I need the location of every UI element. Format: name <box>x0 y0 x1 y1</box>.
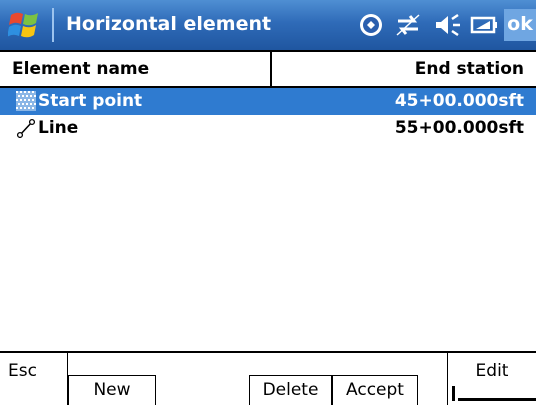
line-icon <box>16 118 36 138</box>
element-name: Start point <box>38 91 143 111</box>
esc-button[interactable]: Esc <box>0 353 68 405</box>
edit-softkey-marker <box>452 386 455 401</box>
edit-softkey-underline <box>458 398 536 401</box>
element-name: Line <box>38 118 79 138</box>
sync-icon[interactable] <box>358 11 384 39</box>
new-button[interactable]: New <box>68 375 156 405</box>
column-header-end-station[interactable]: End station <box>274 52 536 86</box>
list-item-start-point[interactable]: Start point 45+00.000sft <box>0 88 536 115</box>
window-title: Horizontal element <box>66 13 272 35</box>
bottom-toolbar: Esc New Delete Accept Edit <box>0 351 536 405</box>
ok-button[interactable]: ok <box>504 9 536 41</box>
windows-start-icon[interactable] <box>8 9 42 41</box>
delete-button[interactable]: Delete <box>249 375 332 405</box>
connectivity-icon[interactable] <box>394 11 422 39</box>
end-station-value: 55+00.000sft <box>394 118 524 138</box>
start-point-icon <box>16 91 36 111</box>
title-separator <box>52 8 54 42</box>
list-header: Element name End station <box>0 50 536 88</box>
battery-icon[interactable] <box>470 11 498 39</box>
list-item-line[interactable]: Line 55+00.000sft <box>0 115 536 142</box>
end-station-value: 45+00.000sft <box>394 91 524 111</box>
speaker-icon[interactable] <box>432 11 462 39</box>
column-header-element-name[interactable]: Element name <box>0 52 272 86</box>
title-bar: Horizontal element ok <box>0 0 536 50</box>
accept-button[interactable]: Accept <box>332 375 418 405</box>
element-list[interactable]: Start point 45+00.000sft Line 55+00.000s… <box>0 88 536 351</box>
